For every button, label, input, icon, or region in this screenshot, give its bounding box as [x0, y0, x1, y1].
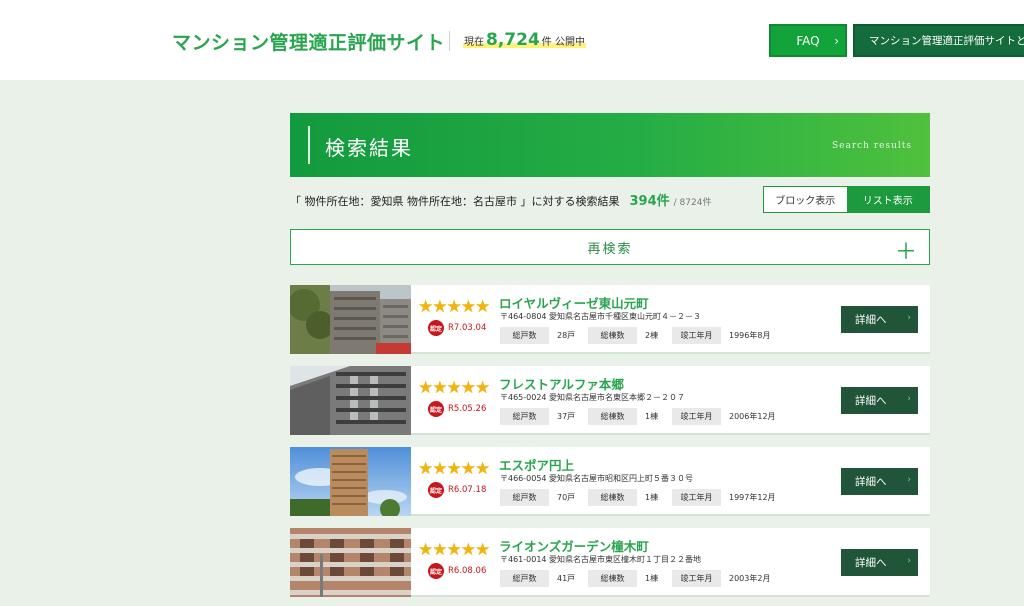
faq-label: FAQ [796, 33, 820, 48]
chevron-right-icon: › [907, 313, 911, 323]
result-summary: 「 物件所在地：愛知県 物件所在地：名古屋市 」に対する検索結果 394件 / … [290, 190, 711, 212]
research-label: 再検索 [587, 241, 633, 257]
about-label: マンション管理適正評価サイトとは？ [869, 35, 1024, 47]
detail-button[interactable]: 詳細へ › [841, 306, 918, 333]
building-photo-image [290, 447, 411, 516]
total-units-value: 70戸 [557, 493, 576, 502]
building-photo[interactable] [290, 447, 411, 516]
detail-button[interactable]: 詳細へ › [841, 549, 918, 576]
chevron-right-icon: › [907, 394, 911, 404]
chevron-right-icon: › [907, 475, 911, 485]
building-photo-image [290, 528, 411, 597]
count-value: 8,724 [486, 30, 540, 50]
total-units-label: 総戸数 [500, 570, 549, 587]
rating-stars: ★★★★★ [418, 378, 490, 398]
completed-value: 2006年12月 [729, 412, 776, 421]
total-buildings-value: 2棟 [645, 331, 659, 340]
banner-title: 検索結果 [325, 136, 413, 160]
count-prefix: 現在 [464, 37, 484, 48]
published-count: 現在 8,724 件 公開中 [463, 30, 586, 50]
rating-stars: ★★★★★ [418, 540, 490, 560]
search-results-banner: 検索結果 Search results [290, 113, 930, 177]
faq-button[interactable]: FAQ › [769, 24, 847, 57]
total-buildings-label: 総棟数 [588, 489, 637, 506]
property-name[interactable]: エスポア円上 [499, 455, 574, 474]
certified-badge-icon: 認定 [428, 401, 444, 417]
header-divider [449, 31, 450, 51]
total-units-label: 総戸数 [500, 327, 549, 344]
property-name[interactable]: ロイヤルヴィーゼ東山元町 [499, 293, 649, 312]
completed-label: 竣工年月 [672, 570, 721, 587]
completed-label: 竣工年月 [672, 489, 721, 506]
property-stats: 総戸数 28戸 総棟数 2棟 竣工年月 1996年8月 [500, 327, 781, 344]
detail-button[interactable]: 詳細へ › [841, 387, 918, 414]
completed-label: 竣工年月 [672, 327, 721, 344]
listing-row: ★★★★★ 認定 R7.03.04 ロイヤルヴィーゼ東山元町 〒464-0804… [290, 285, 930, 354]
query-text: 「 物件所在地：愛知県 物件所在地：名古屋市 」に対する検索結果 [290, 195, 620, 208]
rating-stars: ★★★★★ [418, 459, 490, 479]
detail-label: 詳細へ [855, 557, 887, 569]
total-buildings-label: 総棟数 [588, 570, 637, 587]
chevron-right-icon: › [907, 556, 911, 566]
property-address: 〒464-0804 愛知県名古屋市千種区東山元町４－２－３ [500, 312, 702, 321]
published-count-highlight: 現在 8,724 件 公開中 [463, 30, 586, 50]
property-stats: 総戸数 37戸 総棟数 1棟 竣工年月 2006年12月 [500, 408, 781, 425]
total-buildings-value: 1棟 [645, 412, 659, 421]
total-buildings-label: 総棟数 [588, 327, 637, 344]
property-name[interactable]: フレストアルファ本郷 [499, 374, 624, 393]
certified-date: R5.05.26 [448, 404, 487, 414]
completed-value: 1996年8月 [729, 331, 771, 340]
total-units-value: 37戸 [557, 412, 576, 421]
total-units-label: 総戸数 [500, 489, 549, 506]
site-header: マンション管理適正評価サイト 現在 8,724 件 公開中 FAQ › マンション管… [0, 0, 1024, 80]
total-buildings-value: 1棟 [645, 493, 659, 502]
detail-label: 詳細へ [855, 476, 887, 488]
banner-accent-bar [308, 126, 310, 164]
view-toggle: ブロック表示 リスト表示 [763, 186, 930, 213]
building-photo-image [290, 366, 411, 435]
total-units-value: 41戸 [557, 574, 576, 583]
total-units-label: 総戸数 [500, 408, 549, 425]
property-name[interactable]: ライオンズガーデン橦木町 [499, 536, 649, 555]
detail-label: 詳細へ [855, 395, 887, 407]
listing-row: ★★★★★ 認定 R5.05.26 フレストアルファ本郷 〒465-0024 愛… [290, 366, 930, 435]
building-photo[interactable] [290, 528, 411, 597]
property-address: 〒466-0054 愛知県名古屋市昭和区円上町５番３０号 [500, 474, 694, 483]
list-view-button[interactable]: リスト表示 [846, 187, 929, 212]
total-buildings-label: 総棟数 [588, 408, 637, 425]
property-stats: 総戸数 41戸 総棟数 1棟 竣工年月 2003年2月 [500, 570, 781, 587]
property-address: 〒461-0014 愛知県名古屋市東区橦木町１丁目２２番地 [500, 555, 702, 564]
total-buildings-value: 1棟 [645, 574, 659, 583]
detail-label: 詳細へ [855, 314, 887, 326]
building-photo-image [290, 285, 411, 354]
certified-badge-icon: 認定 [428, 320, 444, 336]
result-total: / 8724件 [673, 198, 712, 208]
completed-label: 竣工年月 [672, 408, 721, 425]
banner-subtitle: Search results [831, 141, 912, 151]
certified-date: R7.03.04 [448, 323, 487, 333]
listing-row: ★★★★★ 認定 R6.08.06 ライオンズガーデン橦木町 〒461-0014… [290, 528, 930, 597]
site-title[interactable]: マンション管理適正評価サイト [172, 28, 445, 55]
completed-value: 1997年12月 [729, 493, 776, 502]
building-photo[interactable] [290, 285, 411, 354]
completed-value: 2003年2月 [729, 574, 771, 583]
rating-stars: ★★★★★ [418, 297, 490, 317]
certified-badge-icon: 認定 [428, 563, 444, 579]
research-button[interactable]: 再検索 ＋ [290, 229, 930, 265]
total-units-value: 28戸 [557, 331, 576, 340]
certified-date: R6.08.06 [448, 566, 487, 576]
listing-row: ★★★★★ 認定 R6.07.18 エスポア円上 〒466-0054 愛知県名古… [290, 447, 930, 516]
property-address: 〒465-0024 愛知県名古屋市名東区本郷２－２０７ [500, 393, 686, 402]
result-count: 394件 [629, 194, 670, 209]
chevron-right-icon: › [834, 33, 839, 48]
about-site-button[interactable]: マンション管理適正評価サイトとは？ [853, 24, 1024, 57]
building-photo[interactable] [290, 366, 411, 435]
detail-button[interactable]: 詳細へ › [841, 468, 918, 495]
certified-date: R6.07.18 [448, 485, 487, 495]
certified-badge-icon: 認定 [428, 482, 444, 498]
plus-icon: ＋ [894, 240, 917, 265]
block-view-button[interactable]: ブロック表示 [764, 187, 847, 212]
property-stats: 総戸数 70戸 総棟数 1棟 竣工年月 1997年12月 [500, 489, 781, 506]
count-suffix: 件 公開中 [541, 37, 585, 48]
